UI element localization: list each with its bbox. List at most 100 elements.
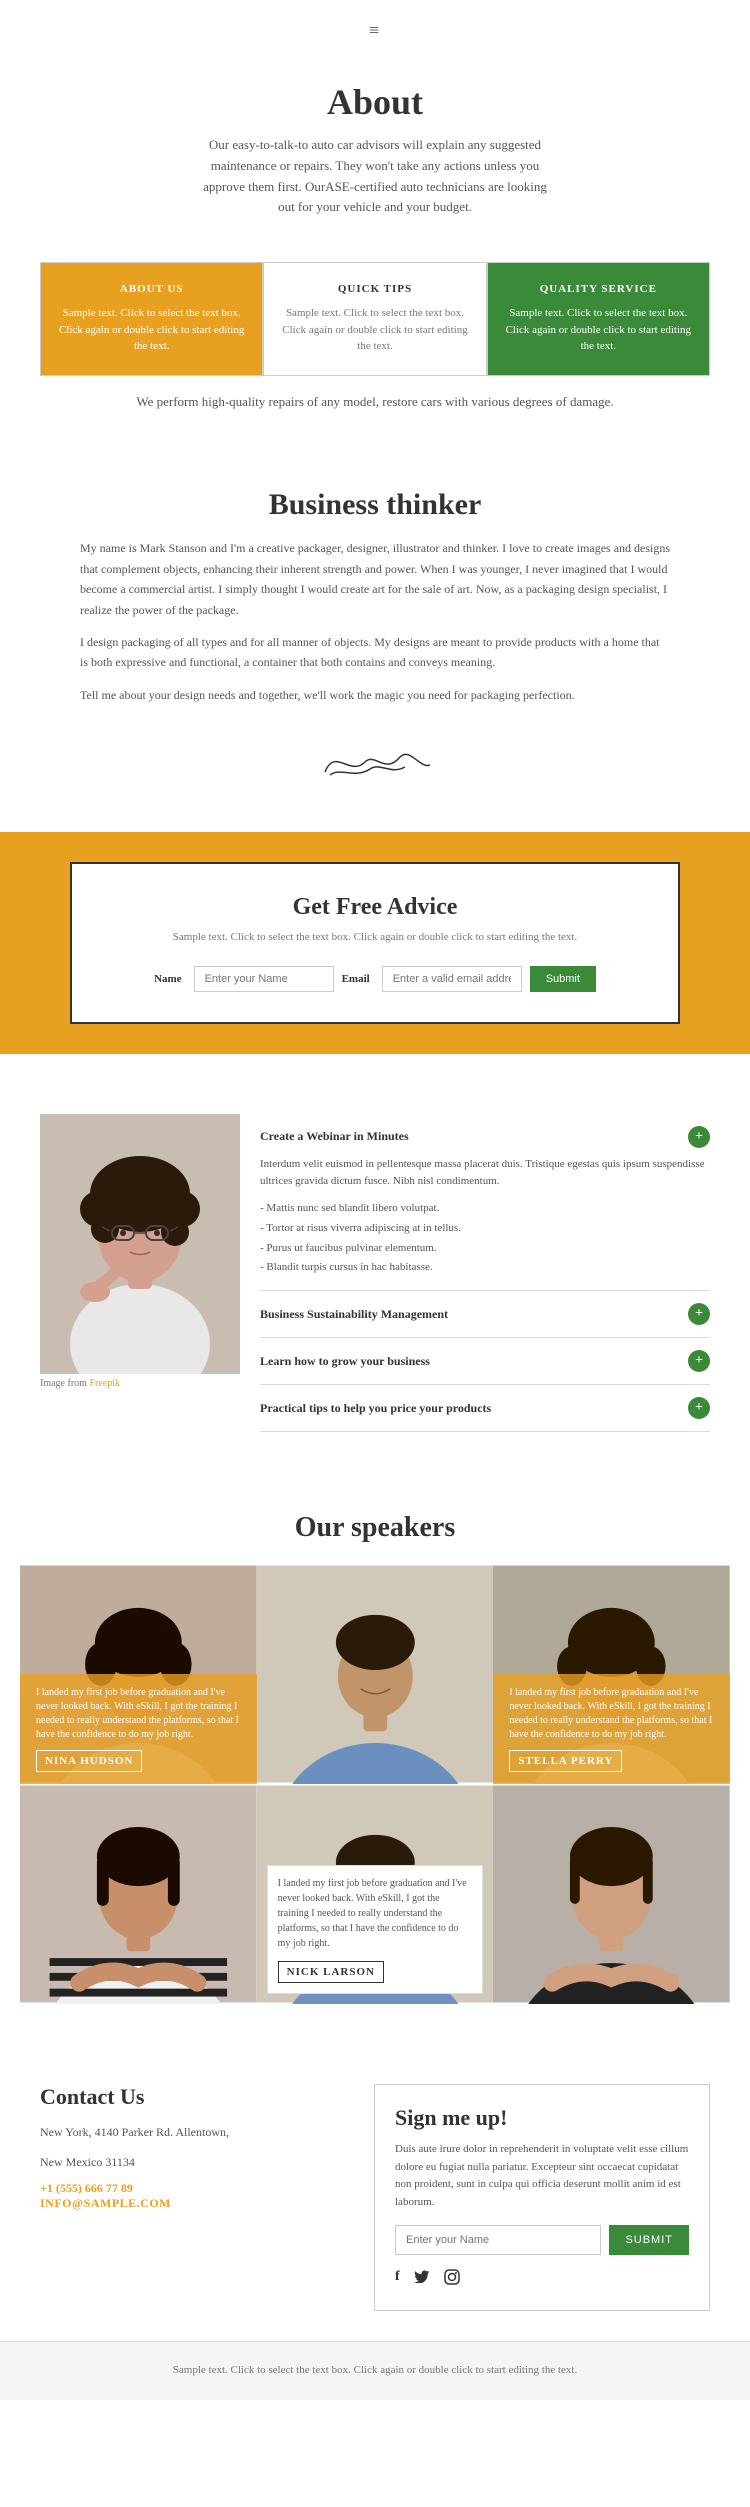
facebook-icon[interactable]: f <box>395 2269 400 2290</box>
speakers-row-2: I landed my first job before graduation … <box>20 1784 730 2004</box>
advice-form: Name Email Submit <box>112 966 638 992</box>
webinar-item-4: Practical tips to help you price your pr… <box>260 1385 710 1432</box>
thinker-title: Business thinker <box>80 488 670 522</box>
contact-left: Contact Us New York, 4140 Parker Rd. All… <box>40 2084 334 2311</box>
webinar-item-2-plus-icon[interactable]: + <box>688 1303 710 1325</box>
footer-text: Sample text. Click to select the text bo… <box>80 2362 670 2380</box>
card-quick-tips-title: QUICK TIPS <box>280 283 469 295</box>
signup-title: Sign me up! <box>395 2105 689 2131</box>
webinar-item-1-title: Create a Webinar in Minutes <box>260 1129 409 1144</box>
webinar-item-4-plus-icon[interactable]: + <box>688 1397 710 1419</box>
nina-quote: I landed my first job before graduation … <box>36 1686 241 1742</box>
signup-name-input[interactable] <box>395 2225 601 2255</box>
thinker-para-2: I design packaging of all types and for … <box>80 632 670 673</box>
social-icons-row: f <box>395 2269 689 2290</box>
webinar-item-3-plus-icon[interactable]: + <box>688 1350 710 1372</box>
signup-submit-button[interactable]: SUBMIT <box>609 2225 689 2255</box>
about-section: About Our easy-to-talk-to auto car advis… <box>0 51 750 262</box>
card-quick-tips[interactable]: QUICK TIPS Sample text. Click to select … <box>263 262 486 376</box>
webinar-image-col: Image from Freepik <box>40 1114 240 1432</box>
woman-left-photo <box>20 1784 257 2004</box>
webinar-item-2: Business Sustainability Management + <box>260 1291 710 1338</box>
stella-quote: I landed my first job before graduation … <box>509 1686 714 1742</box>
speaker-card-woman-left <box>20 1784 257 2004</box>
speaker-card-nick: I landed my first job before graduation … <box>257 1784 494 2004</box>
webinar-item-4-title: Practical tips to help you price your pr… <box>260 1401 491 1416</box>
list-item: Mattis nunc sed blandit libero volutpat. <box>260 1199 710 1219</box>
contact-email[interactable]: INFO@SAMPLE.COM <box>40 2196 334 2211</box>
advice-title: Get Free Advice <box>112 894 638 921</box>
signature-image <box>315 737 435 787</box>
webinar-item-1-desc: Interdum velit euismod in pellentesque m… <box>260 1156 710 1191</box>
nick-info-box: I landed my first job before graduation … <box>267 1865 484 1994</box>
signature-area <box>80 717 670 812</box>
speaker-card-woman-right <box>493 1784 730 2004</box>
footer: Sample text. Click to select the text bo… <box>0 2341 750 2400</box>
list-item: Blandit turpis cursus in hac habitasse. <box>260 1258 710 1278</box>
nina-name: NINA HUDSON <box>36 1750 142 1772</box>
email-input[interactable] <box>382 966 522 992</box>
webinar-item-3-header: Learn how to grow your business + <box>260 1350 710 1372</box>
thinker-para-1: My name is Mark Stanson and I'm a creati… <box>80 538 670 620</box>
speakers-title: Our speakers <box>20 1512 730 1544</box>
webinar-item-2-header: Business Sustainability Management + <box>260 1303 710 1325</box>
webinar-item-3: Learn how to grow your business + <box>260 1338 710 1385</box>
speakers-section: Our speakers I landed my first job befor… <box>0 1482 750 2034</box>
webinar-item-4-header: Practical tips to help you price your pr… <box>260 1397 710 1419</box>
speaker-card-center <box>257 1564 494 1784</box>
email-label: Email <box>342 973 370 985</box>
card-quality-service[interactable]: QUALITY SERVICE Sample text. Click to se… <box>487 262 710 376</box>
webinar-item-3-title: Learn how to grow your business <box>260 1354 430 1369</box>
stella-name: STELLA PERRY <box>509 1750 622 1772</box>
person-photo-svg <box>40 1114 240 1374</box>
list-item: Purus ut faucibus pulvinar elementum. <box>260 1239 710 1259</box>
signup-form: SUBMIT <box>395 2225 689 2255</box>
contact-address-line2: New Mexico 31134 <box>40 2152 334 2174</box>
advice-section: Get Free Advice Sample text. Click to se… <box>0 832 750 1054</box>
webinar-item-1: Create a Webinar in Minutes + Interdum v… <box>260 1114 710 1291</box>
twitter-icon[interactable] <box>414 2269 430 2290</box>
speaker-card-stella: I landed my first job before graduation … <box>493 1564 730 1784</box>
about-title: About <box>80 81 670 123</box>
hamburger-menu-icon[interactable]: ≡ <box>0 20 750 41</box>
webinar-item-2-title: Business Sustainability Management <box>260 1307 448 1322</box>
advice-submit-button[interactable]: Submit <box>530 966 596 992</box>
name-input[interactable] <box>194 966 334 992</box>
stella-overlay: I landed my first job before graduation … <box>493 1674 730 1784</box>
webinar-item-1-plus-icon[interactable]: + <box>688 1126 710 1148</box>
speaker-card-nina: I landed my first job before graduation … <box>20 1564 257 1784</box>
instagram-icon[interactable] <box>444 2269 460 2290</box>
card-about-us-text: Sample text. Click to select the text bo… <box>57 305 246 355</box>
card-about-us[interactable]: ABOUT US Sample text. Click to select th… <box>40 262 263 376</box>
list-item: Tortor at risus viverra adipiscing at in… <box>260 1219 710 1239</box>
advice-subtitle: Sample text. Click to select the text bo… <box>112 929 638 946</box>
thinker-section: Business thinker My name is Mark Stanson… <box>0 458 750 832</box>
webinar-item-1-header: Create a Webinar in Minutes + <box>260 1126 710 1148</box>
contact-title: Contact Us <box>40 2084 334 2110</box>
contact-address-line1: New York, 4140 Parker Rd. Allentown, <box>40 2122 334 2144</box>
advice-box: Get Free Advice Sample text. Click to se… <box>70 862 680 1024</box>
card-quality-service-title: QUALITY SERVICE <box>504 283 693 295</box>
card-about-us-title: ABOUT US <box>57 283 246 295</box>
nick-quote: I landed my first job before graduation … <box>278 1876 473 1951</box>
speakers-row-1: I landed my first job before graduation … <box>20 1564 730 1784</box>
nick-name: NICK LARSON <box>278 1961 384 1983</box>
about-subtitle: Our easy-to-talk-to auto car advisors wi… <box>195 135 555 218</box>
nina-overlay: I landed my first job before graduation … <box>20 1674 257 1784</box>
name-label: Name <box>154 973 182 985</box>
thinker-para-3: Tell me about your design needs and toge… <box>80 685 670 705</box>
signup-text: Duis aute irure dolor in reprehenderit i… <box>395 2141 689 2211</box>
about-footer-text: We perform high-quality repairs of any m… <box>0 376 750 429</box>
webinar-person-image <box>40 1114 240 1374</box>
center-speaker-photo <box>257 1564 494 1784</box>
freepik-link[interactable]: Freepik <box>89 1378 120 1389</box>
image-credit: Image from Freepik <box>40 1378 240 1389</box>
card-quality-service-text: Sample text. Click to select the text bo… <box>504 305 693 355</box>
header: ≡ <box>0 0 750 51</box>
contact-phone[interactable]: +1 (555) 666 77 89 <box>40 2181 334 2196</box>
card-quick-tips-text: Sample text. Click to select the text bo… <box>280 305 469 355</box>
contact-signup-section: Contact Us New York, 4140 Parker Rd. All… <box>0 2054 750 2341</box>
signup-box: Sign me up! Duis aute irure dolor in rep… <box>374 2084 710 2311</box>
webinar-section: Image from Freepik Create a Webinar in M… <box>0 1084 750 1462</box>
webinar-content: Create a Webinar in Minutes + Interdum v… <box>240 1114 710 1432</box>
